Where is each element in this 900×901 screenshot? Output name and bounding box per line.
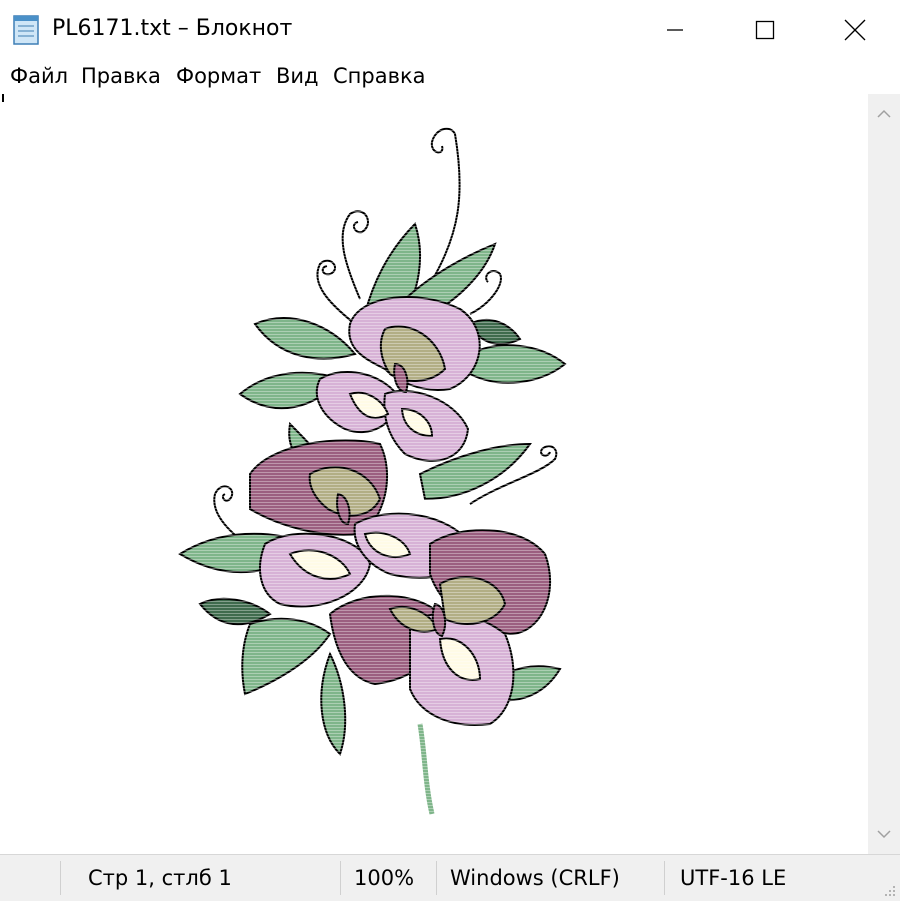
status-divider [60,861,61,895]
window-title: PL6171.txt – Блокнот [52,16,293,41]
zoom-level: 100% [354,866,415,890]
menu-edit[interactable]: Правка [81,64,161,88]
cursor-position: Стр 1, стлб 1 [88,866,232,890]
menu-help[interactable]: Справка [333,64,426,88]
title-bar: PL6171.txt – Блокнот [0,0,900,60]
status-divider [664,861,665,895]
line-endings: Windows (CRLF) [450,866,620,890]
close-button[interactable] [810,0,900,60]
resize-grip-icon[interactable] [882,883,896,897]
close-icon [844,19,866,41]
status-divider [340,861,341,895]
scroll-down-icon[interactable] [874,824,894,844]
menu-file[interactable]: Файл [10,64,68,88]
menu-format[interactable]: Формат [176,64,261,88]
minimize-button[interactable] [630,0,720,60]
menu-view[interactable]: Вид [276,64,319,88]
status-divider [436,861,437,895]
text-caret [2,94,4,102]
maximize-button[interactable] [720,0,810,60]
minimize-icon [667,29,683,31]
scroll-up-icon[interactable] [874,104,894,124]
menu-bar: Файл Правка Формат Вид Справка [0,60,900,94]
vertical-scrollbar[interactable] [868,94,900,854]
status-bar: Стр 1, стлб 1 100% Windows (CRLF) UTF-16… [0,854,900,901]
maximize-icon [755,20,775,40]
ascii-flower-art [170,124,590,824]
notepad-icon [13,15,39,45]
encoding: UTF-16 LE [680,866,787,890]
text-editor[interactable] [0,94,868,854]
